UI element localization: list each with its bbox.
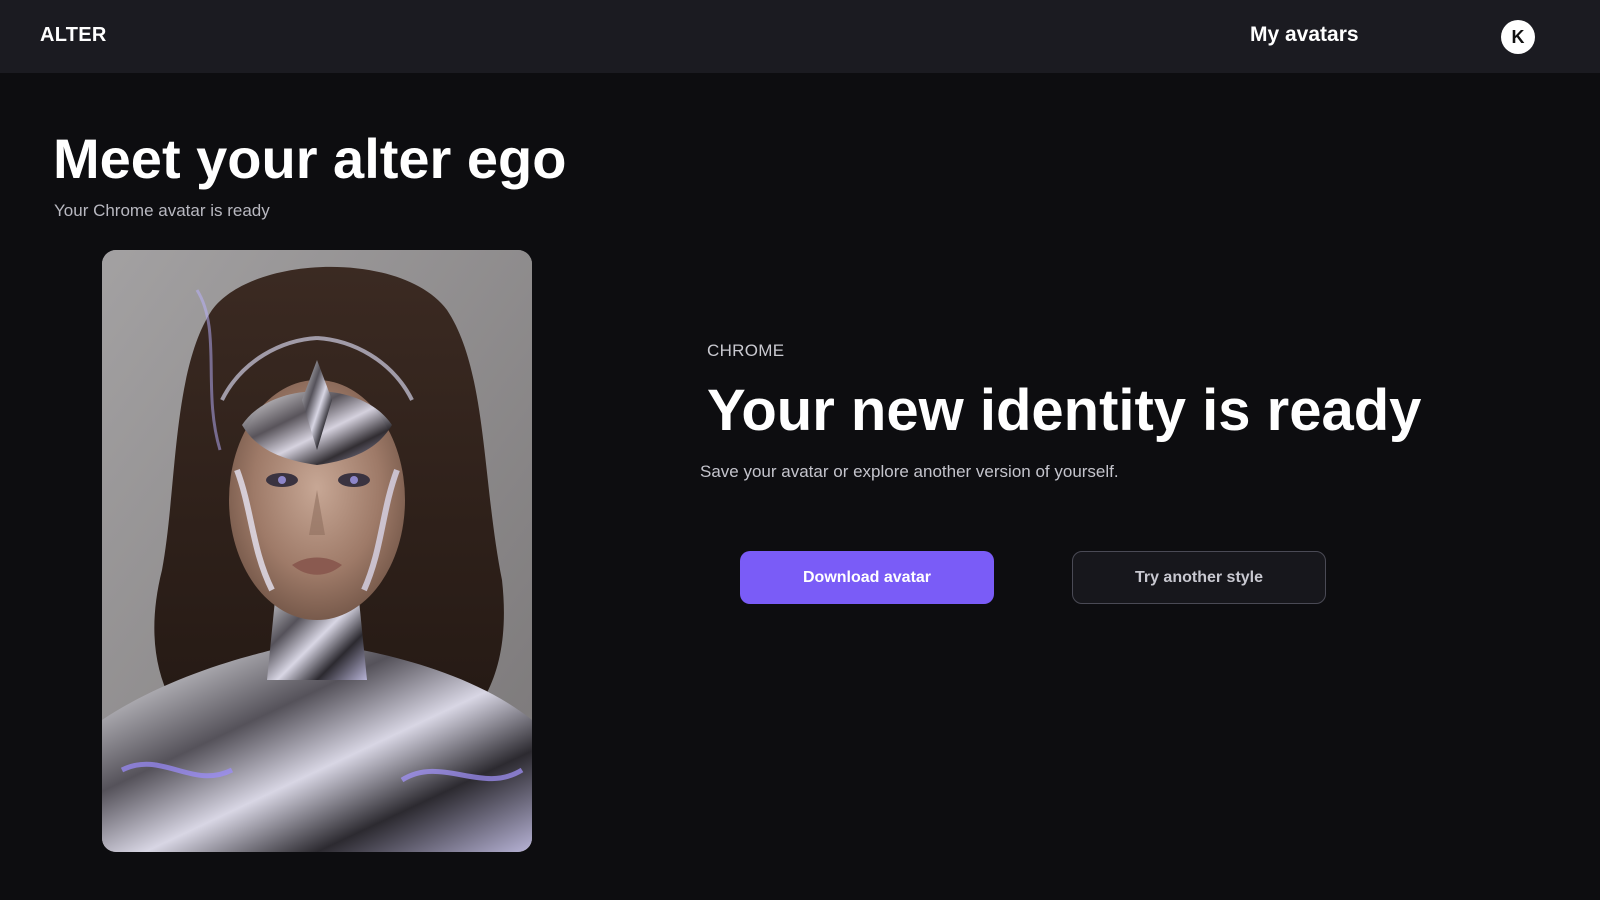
download-avatar-button[interactable]: Download avatar xyxy=(740,551,994,604)
identity-ready-description: Save your avatar or explore another vers… xyxy=(700,462,1119,481)
page-subtitle: Your Chrome avatar is ready xyxy=(54,201,270,220)
try-another-style-button[interactable]: Try another style xyxy=(1072,551,1326,604)
chrome-avatar-portrait-image xyxy=(102,250,532,852)
avatar-style-tag: CHROME xyxy=(707,341,785,360)
app-logo[interactable]: ALTER xyxy=(40,24,107,47)
top-navigation-bar: ALTER My avatars K xyxy=(0,0,1600,73)
identity-ready-heading: Your new identity is ready xyxy=(707,378,1422,443)
avatar-image-card xyxy=(102,250,532,852)
user-avatar-button[interactable]: K xyxy=(1501,20,1535,54)
my-avatars-link[interactable]: My avatars xyxy=(1250,23,1359,47)
page-title: Meet your alter ego xyxy=(53,127,567,190)
